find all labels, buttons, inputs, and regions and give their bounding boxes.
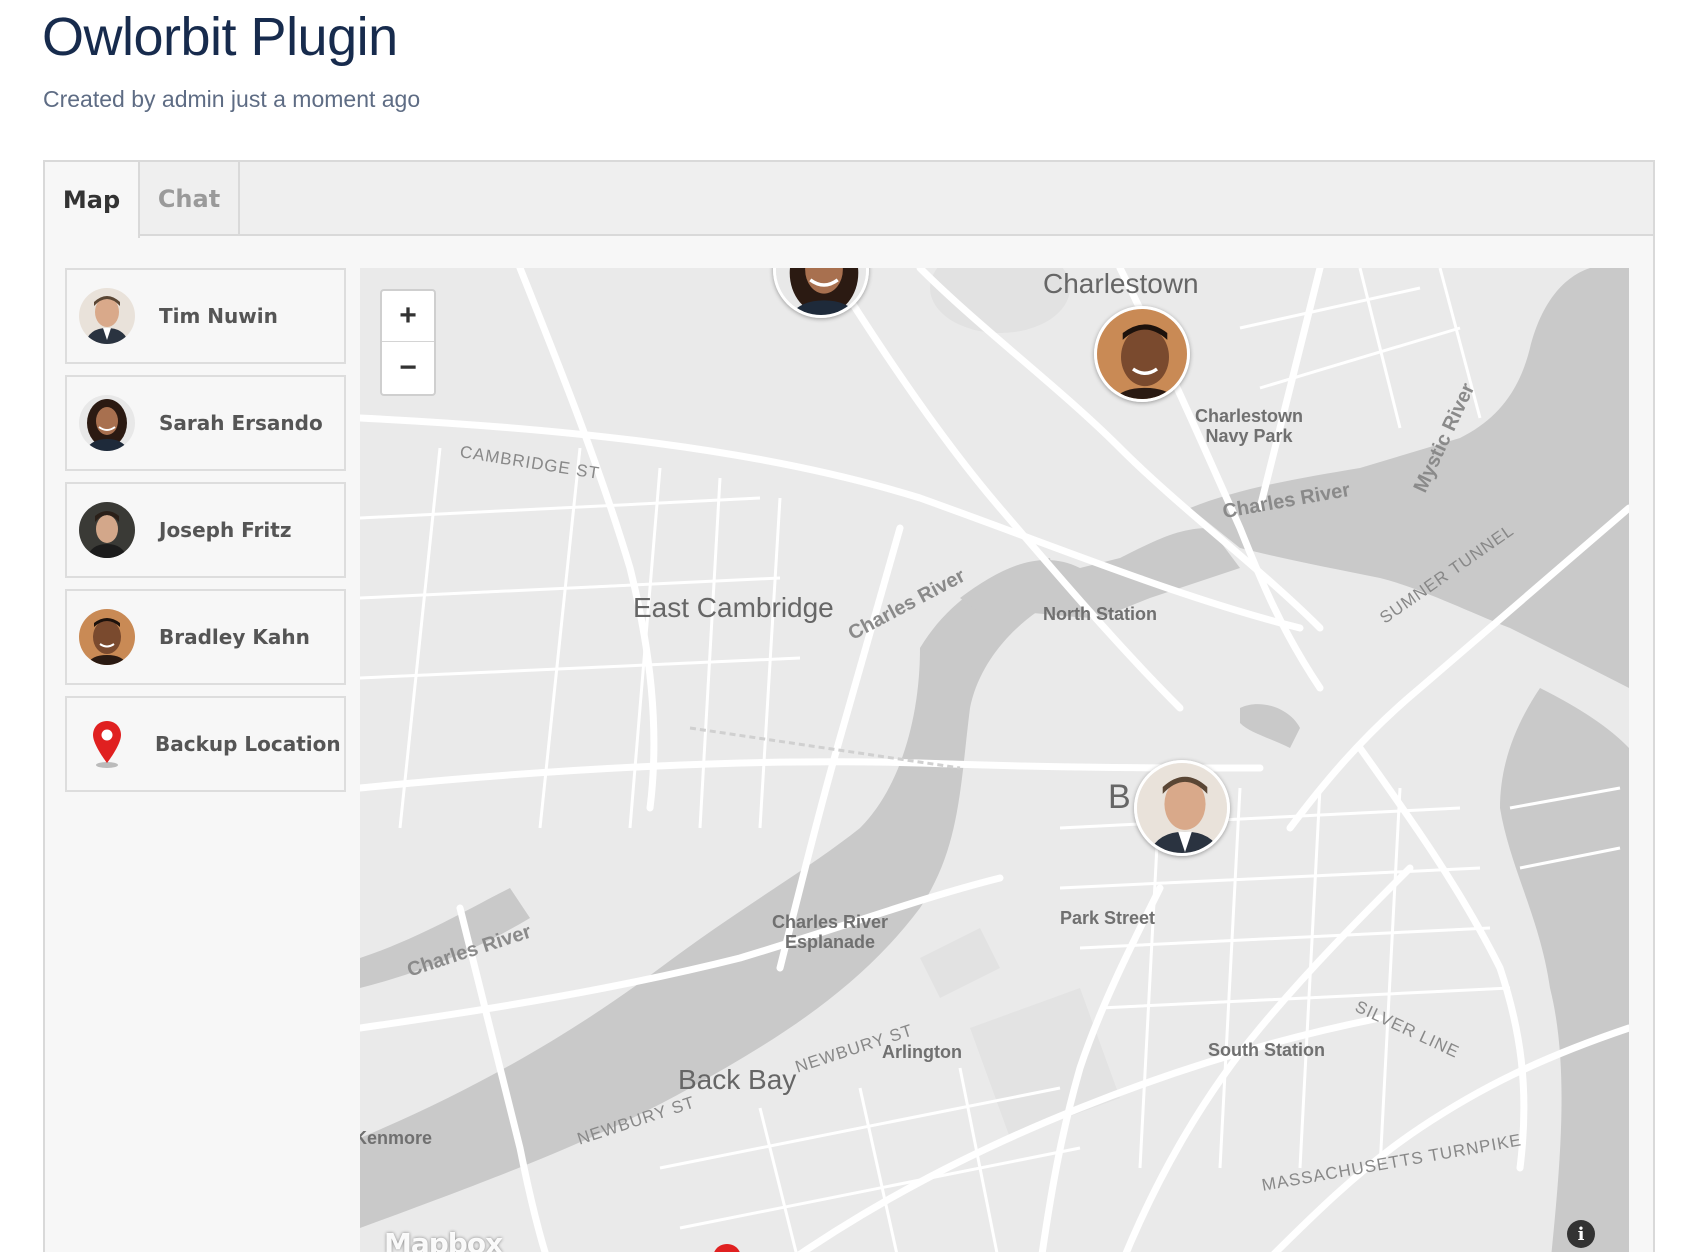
person-name: Joseph Fritz: [159, 518, 292, 542]
person-name: Sarah Ersando: [159, 411, 323, 435]
map-label-north-station: North Station: [1043, 604, 1157, 624]
map-label-park-street: Park Street: [1060, 908, 1156, 928]
avatar: [79, 288, 135, 344]
map-marker-bradley-kahn[interactable]: [1094, 306, 1190, 402]
map-base: [360, 268, 1629, 1252]
person-item-tim-nuwin[interactable]: Tim Nuwin: [65, 268, 346, 364]
map-marker-backup-location[interactable]: [710, 1242, 744, 1252]
person-item-sarah-ersando[interactable]: Sarah Ersando: [65, 375, 346, 471]
avatar: [79, 502, 135, 558]
map-view[interactable]: + − Charlestown Charlestown Navy Park Ea…: [360, 268, 1629, 1252]
person-item-backup-location[interactable]: Backup Location: [65, 696, 346, 792]
page-title: Owlorbit Plugin: [42, 7, 398, 67]
person-item-bradley-kahn[interactable]: Bradley Kahn: [65, 589, 346, 685]
map-label-esplanade: Charles River Esplanade: [771, 912, 889, 952]
person-name: Backup Location: [155, 732, 341, 756]
info-icon[interactable]: i: [1567, 1220, 1595, 1248]
mapbox-logo: Mapbox: [384, 1227, 503, 1252]
map-label-charlestown: Charlestown: [1043, 268, 1199, 299]
page-meta: Created by admin just a moment ago: [43, 86, 421, 112]
tab-bar: Map Chat: [45, 162, 1653, 238]
map-marker-tim-nuwin[interactable]: [1134, 760, 1230, 856]
map-label-boston: B: [1108, 778, 1131, 816]
location-pin-icon: [79, 714, 135, 774]
tab-map[interactable]: Map: [45, 162, 140, 238]
avatar: [79, 395, 135, 451]
person-name: Bradley Kahn: [159, 625, 310, 649]
tab-chat[interactable]: Chat: [140, 162, 240, 236]
plugin-panel: Map Chat Tim Nuwin Sarah Ersando Joseph …: [43, 160, 1655, 1252]
people-list: Tim Nuwin Sarah Ersando Joseph Fritz Bra…: [65, 268, 346, 803]
map-label-back-bay: Back Bay: [678, 1064, 797, 1095]
map-label-kenmore: Kenmore: [360, 1128, 433, 1148]
map-label-charlestown-navy-park: Charlestown Navy Park: [1194, 406, 1304, 446]
map-label-south-station: South Station: [1208, 1040, 1325, 1060]
person-item-joseph-fritz[interactable]: Joseph Fritz: [65, 482, 346, 578]
avatar: [79, 609, 135, 665]
zoom-in-button[interactable]: +: [382, 291, 434, 342]
person-name: Tim Nuwin: [159, 304, 278, 328]
map-label-east-cambridge: East Cambridge: [633, 592, 834, 623]
zoom-control: + −: [380, 289, 436, 396]
zoom-out-button[interactable]: −: [382, 342, 434, 393]
